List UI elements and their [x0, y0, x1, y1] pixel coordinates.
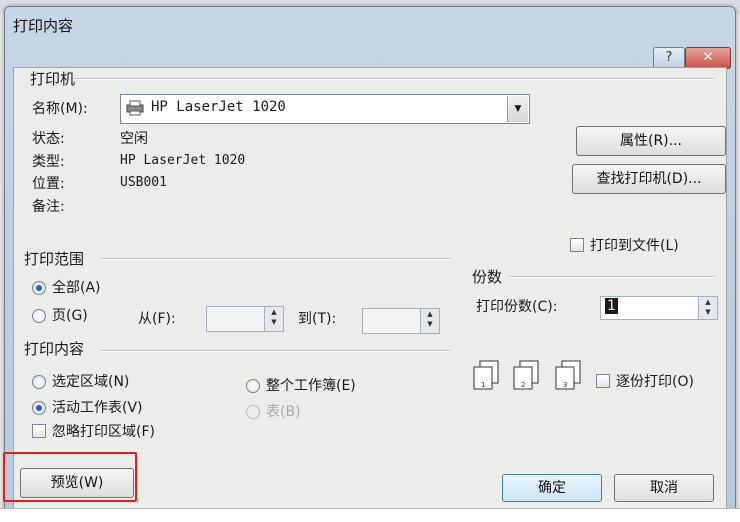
copies-spin-buttons[interactable]: ▲ ▼ [698, 297, 717, 319]
printer-group-divider [74, 78, 714, 80]
to-page-spin-buttons[interactable]: ▲ ▼ [420, 309, 439, 333]
properties-button[interactable]: 属性(R)... [576, 126, 726, 156]
from-page-spin-buttons[interactable]: ▲ ▼ [264, 307, 283, 331]
svg-text:1: 1 [481, 381, 485, 389]
print-to-file-checkbox[interactable] [570, 238, 584, 252]
print-to-file-label: 打印到文件(L) [590, 238, 679, 254]
printer-type-label: 类型: [32, 154, 65, 170]
printer-icon [125, 100, 145, 116]
question-icon: ? [665, 50, 673, 65]
table-label: 表(B) [266, 404, 301, 420]
printer-name-select[interactable]: HP LaserJet 1020 ▼ [120, 94, 530, 124]
printer-name-value: HP LaserJet 1020 [151, 99, 286, 115]
from-page-label: 从(F): [138, 311, 176, 327]
close-button[interactable]: ✕ [685, 47, 731, 69]
copies-count-spinner[interactable]: 1 ▲ ▼ [600, 296, 718, 320]
close-icon: ✕ [702, 50, 714, 65]
ok-button[interactable]: 确定 [502, 474, 602, 502]
collate-pages-icon: 1 [472, 360, 500, 390]
selection-radio[interactable] [32, 375, 46, 389]
print-range-all-label: 全部(A) [52, 280, 101, 296]
entire-workbook-radio[interactable] [246, 379, 260, 393]
printer-status-value: 空闲 [120, 131, 148, 147]
table-radio[interactable] [246, 405, 260, 419]
to-page-spinner[interactable]: ▲ ▼ [362, 308, 440, 334]
collate-pages-icon: 3 [554, 360, 582, 390]
active-sheets-label: 活动工作表(V) [52, 400, 143, 416]
copies-group-label: 份数 [472, 268, 503, 286]
collate-checkbox[interactable] [596, 374, 610, 388]
copies-group-divider [510, 276, 714, 278]
collate-pages-icon: 2 [512, 360, 540, 390]
dialog-client-area: 打印机 名称(M): HP LaserJet 1020 ▼ 状态: 空闲 类型:… [13, 67, 727, 509]
copies-count-value: 1 [605, 298, 618, 314]
print-range-all-radio[interactable] [32, 281, 46, 295]
background-sheet-strip [0, 508, 740, 522]
chevron-down-icon[interactable]: ▼ [507, 96, 528, 122]
active-sheets-radio[interactable] [32, 401, 46, 415]
print-what-divider [100, 350, 450, 352]
from-page-spinner[interactable]: ▲ ▼ [206, 306, 284, 332]
svg-text:2: 2 [521, 381, 525, 389]
ignore-print-areas-label: 忽略打印区域(F) [52, 424, 155, 440]
cancel-button[interactable]: 取消 [614, 474, 714, 502]
printer-status-label: 状态: [32, 131, 65, 147]
find-printer-button[interactable]: 查找打印机(D)... [572, 164, 726, 194]
ignore-print-areas-checkbox[interactable] [32, 424, 46, 438]
entire-workbook-label: 整个工作簿(E) [266, 378, 356, 394]
printer-name-label: 名称(M): [32, 101, 88, 117]
print-range-divider [100, 258, 450, 260]
printer-group-label: 打印机 [30, 70, 76, 88]
print-range-pages-radio[interactable] [32, 309, 46, 323]
selection-label: 选定区域(N) [52, 374, 130, 390]
printer-comment-label: 备注: [32, 199, 65, 215]
print-range-group-label: 打印范围 [24, 250, 85, 268]
printer-type-value: HP LaserJet 1020 [120, 153, 246, 168]
print-range-pages-label: 页(G) [52, 308, 88, 324]
collate-label: 逐份打印(O) [616, 374, 694, 390]
svg-text:3: 3 [563, 381, 567, 389]
printer-location-label: 位置: [32, 176, 65, 192]
print-dialog: 打印内容 ? ✕ 打印机 名称(M): HP LaserJet 1020 ▼ 状… [4, 6, 736, 514]
help-button[interactable]: ? [653, 47, 685, 69]
printer-location-value: USB001 [120, 175, 167, 190]
to-page-label: 到(T): [298, 311, 337, 327]
dialog-title: 打印内容 [13, 17, 74, 35]
print-what-group-label: 打印内容 [24, 340, 85, 358]
copies-count-label: 打印份数(C): [476, 299, 558, 315]
preview-highlight-box [3, 452, 137, 502]
